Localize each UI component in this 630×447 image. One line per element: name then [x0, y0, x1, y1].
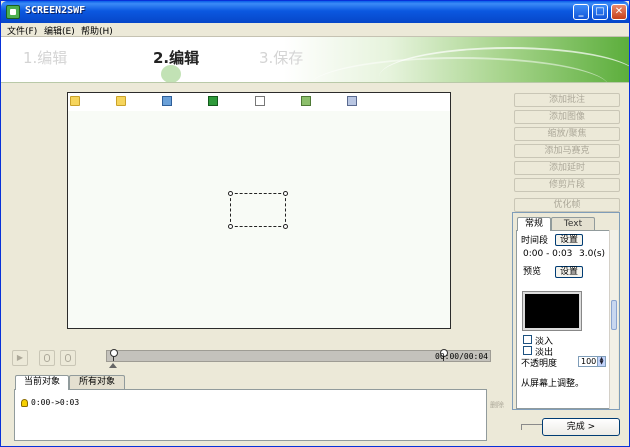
document-icon — [255, 96, 267, 108]
package-icon — [301, 96, 313, 108]
resize-handle[interactable] — [283, 224, 288, 229]
tab-text[interactable]: Text — [551, 217, 595, 230]
duration: 3.0(s) — [579, 249, 606, 259]
add-annotation-button[interactable]: 添加批注 — [514, 93, 620, 107]
scrollbar-thumb[interactable] — [611, 300, 617, 330]
selection-rectangle[interactable] — [228, 191, 288, 229]
folder-icon — [70, 96, 82, 108]
fade-in-checkbox[interactable] — [523, 335, 532, 344]
app-icon — [6, 5, 20, 19]
properties-panel: 常规 Text 时间段 设置 0:00 - 0:03 3.0(s) 预览 设置 … — [512, 212, 620, 430]
app-window: SCREEN2SWF _ □ ✕ 文件(F) 编辑(E) 帮助(H) 1.编辑 … — [0, 0, 630, 447]
opacity-label: 不透明度 — [521, 359, 558, 369]
preview-thumbnail — [522, 291, 582, 331]
spreadsheet-icon — [347, 96, 359, 108]
preview-set-button[interactable]: 设置 — [555, 266, 583, 278]
preview-label: 预览 — [523, 267, 542, 277]
window-title: SCREEN2SWF — [25, 5, 86, 16]
bulb-icon — [65, 354, 71, 362]
play-icon: ▶ — [16, 353, 24, 362]
title-bar[interactable]: SCREEN2SWF _ □ ✕ — [1, 1, 629, 23]
bulb-icon — [21, 398, 28, 407]
delete-button[interactable]: 删除 — [490, 400, 504, 410]
object-time-range: 0:00->0:03 — [31, 398, 80, 407]
step-2: 2.编辑 — [153, 49, 200, 67]
app-icon — [162, 96, 174, 108]
tab-general[interactable]: 常规 — [517, 217, 551, 231]
opacity-value: 100 — [581, 357, 597, 366]
properties-body: 时间段 设置 0:00 - 0:03 3.0(s) 预览 设置 淡入 淡出 不透… — [516, 230, 610, 430]
maximize-button[interactable]: □ — [592, 4, 608, 20]
optimize-frames-button[interactable]: 优化帧 — [514, 198, 620, 212]
resize-handle[interactable] — [228, 191, 233, 196]
playhead-icon[interactable] — [109, 363, 117, 368]
add-mosaic-button[interactable]: 添加马赛克 — [514, 144, 620, 158]
resize-handle[interactable] — [283, 191, 288, 196]
menu-edit[interactable]: 编辑(E) — [44, 24, 75, 37]
finish-button[interactable]: 完成 > — [542, 418, 620, 436]
step-3: 3.保存 — [259, 49, 304, 67]
list-item[interactable]: 0:00->0:03 — [21, 398, 79, 407]
time-segment-label: 时间段 — [521, 236, 549, 246]
add-marker-button[interactable] — [39, 350, 55, 366]
recording-canvas[interactable] — [67, 92, 451, 329]
folder-icon — [116, 96, 128, 108]
bulb-icon — [44, 354, 50, 362]
timeline-track[interactable]: 00:00/00:04 — [106, 349, 491, 362]
add-image-button[interactable]: 添加图像 — [514, 110, 620, 124]
remove-marker-button[interactable] — [60, 350, 76, 366]
menu-file[interactable]: 文件(F) — [7, 24, 37, 37]
zoom-focus-button[interactable]: 缩放/聚焦 — [514, 127, 620, 141]
step-1: 1.编辑 — [23, 49, 68, 67]
trim-clip-button[interactable]: 修剪片段 — [514, 178, 620, 192]
time-range: 0:00 - 0:03 — [523, 249, 573, 259]
timeline-time: 00:00/00:04 — [435, 352, 488, 361]
adjust-hint: 从屏幕上调整。 — [521, 379, 585, 389]
object-list: 0:00->0:03 — [14, 389, 487, 441]
timeline-start-marker[interactable] — [109, 349, 118, 361]
step-banner: 1.编辑 2.编辑 3.保存 — [1, 37, 629, 83]
play-button[interactable]: ▶ — [12, 350, 28, 366]
app-icon — [208, 96, 220, 108]
fade-out-checkbox[interactable] — [523, 346, 532, 355]
resize-handle[interactable] — [228, 224, 233, 229]
minimize-button[interactable]: _ — [573, 4, 589, 20]
spinner-arrows-icon[interactable]: ▲ ▼ — [597, 357, 605, 366]
menu-bar: 文件(F) 编辑(E) 帮助(H) — [1, 23, 629, 37]
properties-scrollbar[interactable] — [609, 230, 618, 409]
tab-all-objects[interactable]: 所有对象 — [69, 375, 125, 389]
time-segment-set-button[interactable]: 设置 — [555, 234, 583, 246]
close-button[interactable]: ✕ — [611, 4, 627, 20]
add-delay-button[interactable]: 添加延时 — [514, 161, 620, 175]
opacity-spinner[interactable]: 100 ▲ ▼ — [578, 356, 606, 367]
menu-help[interactable]: 帮助(H) — [81, 24, 113, 37]
tab-current-objects[interactable]: 当前对象 — [15, 375, 69, 390]
